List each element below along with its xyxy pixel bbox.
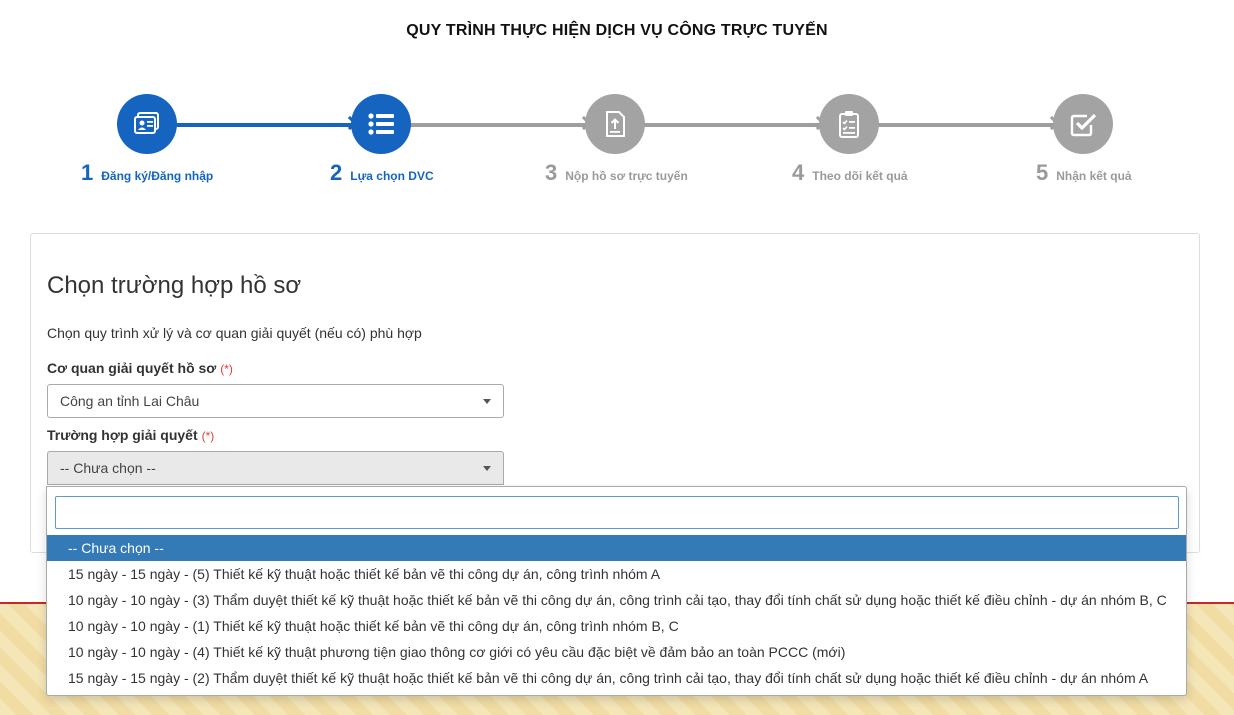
required-mark: (*) [201, 429, 215, 443]
step-5-label[interactable]: 5 Nhận kết quả [1036, 160, 1132, 186]
case-select-value: -- Chưa chọn -- [60, 460, 156, 476]
step-title: Nộp hồ sơ trực tuyến [565, 169, 688, 183]
option-list: -- Chưa chọn -- 15 ngày - 15 ngày - (5) … [47, 535, 1186, 691]
step-3-label[interactable]: 3 Nộp hồ sơ trực tuyến [545, 160, 688, 186]
case-dropdown: -- Chưa chọn -- 15 ngày - 15 ngày - (5) … [46, 486, 1187, 696]
dropdown-option[interactable]: -- Chưa chọn -- [47, 535, 1186, 561]
step-connector-3-4 [644, 115, 826, 131]
step-number: 4 [792, 160, 805, 185]
step-3-circle[interactable] [585, 94, 645, 154]
chevron-down-icon [483, 399, 491, 404]
step-title: Theo dõi kết quả [812, 169, 908, 183]
user-card-icon [134, 112, 159, 134]
step-connector-2-3 [410, 115, 592, 131]
dropdown-search-input[interactable] [55, 496, 1179, 529]
process-stepper: 1 Đăng ký/Đăng nhập 2 Lựa chọn DVC 3 Nộp… [0, 92, 1234, 192]
page-title: QUY TRÌNH THỰC HIỆN DỊCH VỤ CÔNG TRỰC TU… [406, 22, 828, 39]
dropdown-option[interactable]: 10 ngày - 10 ngày - (4) Thiết kế kỹ thuậ… [47, 639, 1186, 665]
case-label: Trường hợp giải quyết (*) [47, 427, 214, 443]
step-title: Nhận kết quả [1056, 169, 1132, 183]
dropdown-option[interactable]: 10 ngày - 10 ngày - (3) Thẩm duyệt thiết… [47, 587, 1186, 613]
checkbox-icon [1070, 113, 1097, 137]
card-title: Chọn trường hợp hồ sơ [47, 272, 302, 299]
step-1-circle[interactable] [117, 94, 177, 154]
document-upload-icon [606, 111, 625, 137]
step-1-label[interactable]: 1 Đăng ký/Đăng nhập [81, 160, 213, 186]
step-connector-1-2 [176, 115, 358, 131]
step-connector-4-5 [878, 115, 1060, 131]
agency-select[interactable]: Công an tỉnh Lai Châu [47, 384, 504, 418]
card-description: Chọn quy trình xử lý và cơ quan giải quy… [47, 325, 422, 341]
dropdown-option[interactable]: 15 ngày - 15 ngày - (5) Thiết kế kỹ thuậ… [47, 561, 1186, 587]
step-number: 2 [330, 160, 343, 185]
required-mark: (*) [220, 362, 233, 376]
clipboard-checklist-icon [839, 111, 859, 138]
agency-label: Cơ quan giải quyết hồ sơ (*) [47, 360, 233, 376]
step-number: 5 [1036, 160, 1049, 185]
step-4-circle[interactable] [819, 94, 879, 154]
step-2-circle[interactable] [351, 94, 411, 154]
step-number: 1 [81, 160, 94, 185]
agency-select-value: Công an tỉnh Lai Châu [60, 393, 200, 409]
case-label-text: Trường hợp giải quyết [47, 427, 198, 443]
dropdown-option[interactable]: 10 ngày - 10 ngày - (1) Thiết kế kỹ thuậ… [47, 613, 1186, 639]
list-icon [368, 113, 394, 135]
step-2-label[interactable]: 2 Lựa chọn DVC [330, 160, 434, 186]
step-5-circle[interactable] [1053, 94, 1113, 154]
case-select[interactable]: -- Chưa chọn -- [47, 451, 504, 485]
step-title: Đăng ký/Đăng nhập [101, 169, 214, 183]
step-number: 3 [545, 160, 558, 185]
dropdown-option[interactable]: 15 ngày - 15 ngày - (2) Thẩm duyệt thiết… [47, 665, 1186, 691]
agency-label-text: Cơ quan giải quyết hồ sơ [47, 360, 217, 376]
chevron-down-icon [483, 466, 491, 471]
step-title: Lựa chọn DVC [350, 169, 434, 183]
step-4-label[interactable]: 4 Theo dõi kết quả [792, 160, 908, 186]
